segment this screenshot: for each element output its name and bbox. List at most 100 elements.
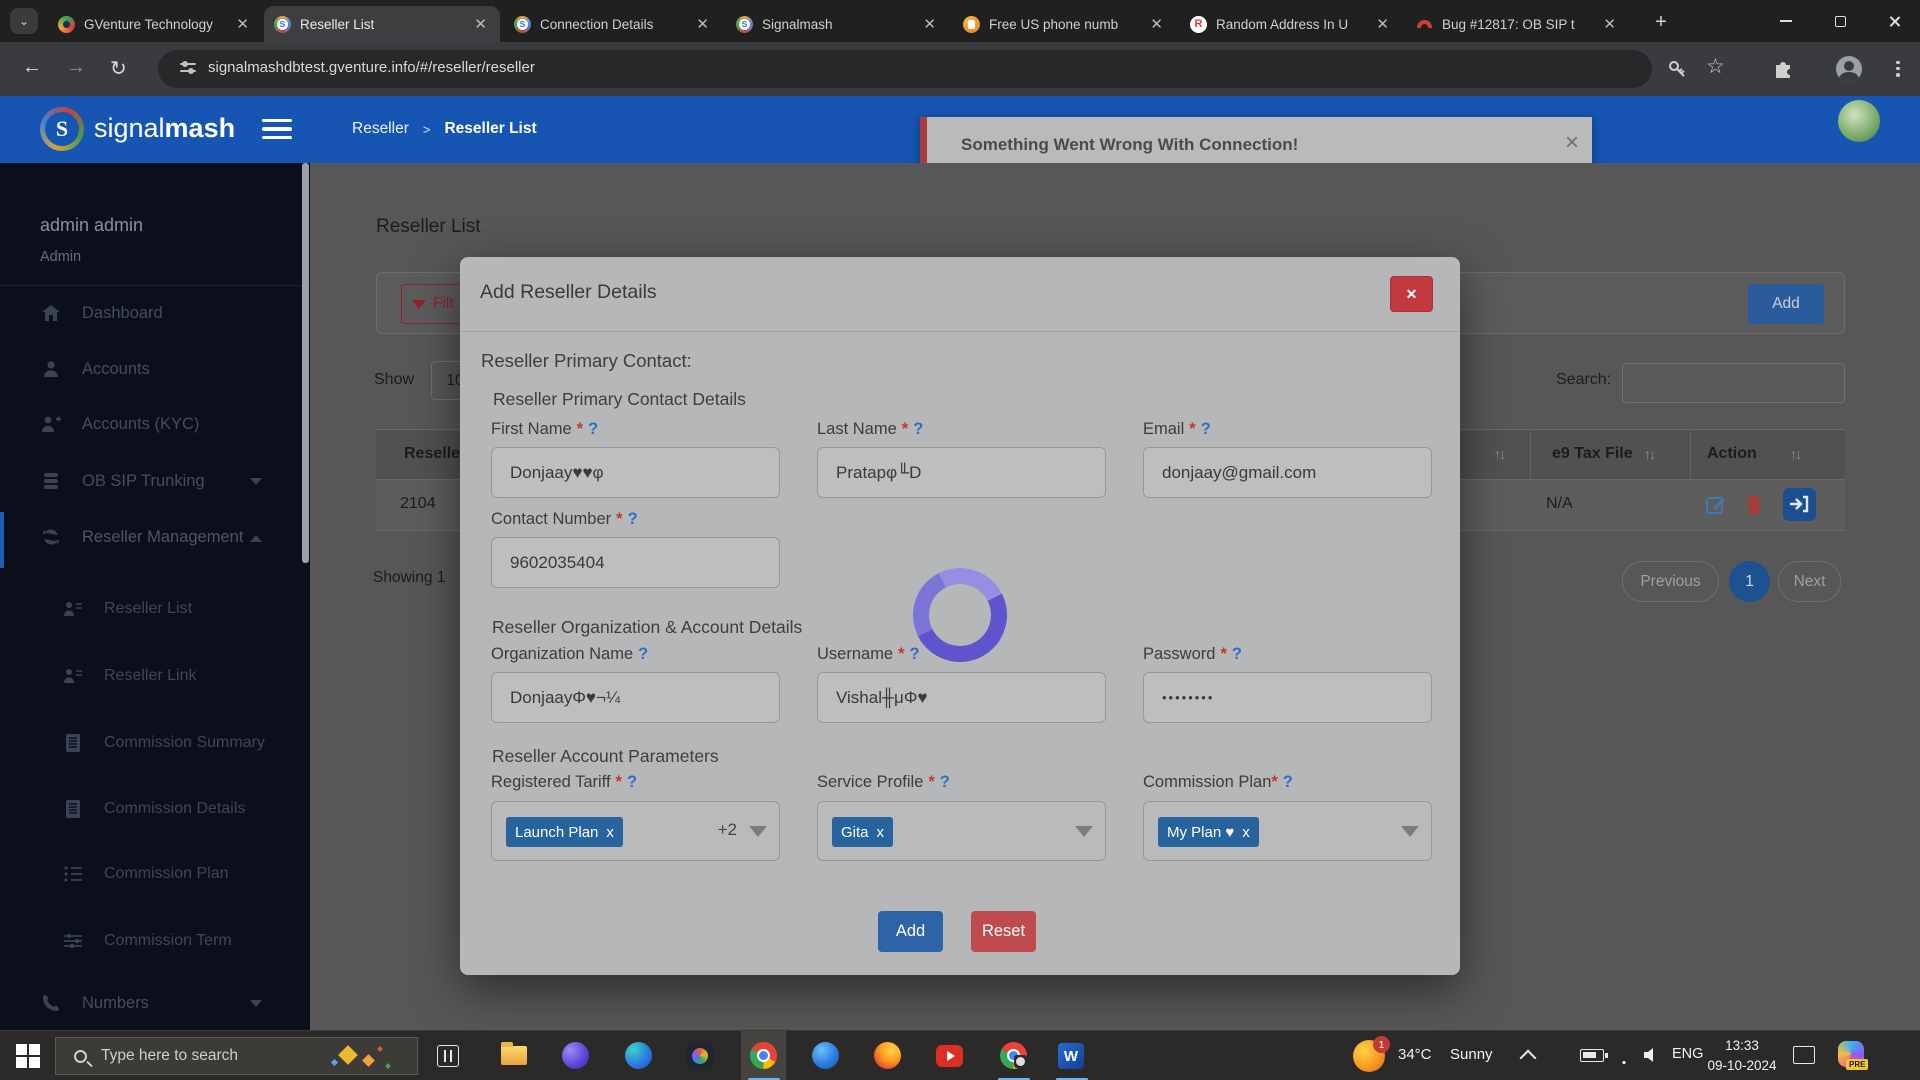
sort-icon[interactable]: ↑↓ <box>1790 446 1800 462</box>
username-input[interactable]: Vishal╫μΦ♥ <box>817 672 1106 723</box>
zen-app-icon[interactable] <box>812 1042 839 1069</box>
chrome-profile-icon[interactable] <box>1000 1042 1027 1069</box>
firefox-icon[interactable] <box>874 1042 901 1069</box>
commission-chip[interactable]: My Plan ♥x <box>1158 817 1259 847</box>
tab-connection-details[interactable]: S Connection Details ✕ <box>504 6 722 42</box>
user-avatar[interactable] <box>1838 100 1880 142</box>
sidebar-item-reseller-management[interactable]: Reseller Management <box>40 527 243 547</box>
tab-close-icon[interactable]: ✕ <box>471 15 490 33</box>
clock[interactable]: 13:33 09-10-2024 <box>1705 1036 1779 1075</box>
pagination-page-1-button[interactable]: 1 <box>1729 561 1770 602</box>
breadcrumb-parent[interactable]: Reseller <box>352 120 409 138</box>
tab-search-chevron-icon[interactable]: ⌄ <box>10 8 38 34</box>
reload-icon[interactable]: ↻ <box>110 56 127 81</box>
url-text[interactable]: signalmashdbtest.gventure.info/#/reselle… <box>208 59 535 76</box>
forward-icon[interactable]: → <box>66 56 86 79</box>
column-header-action[interactable]: Action <box>1707 445 1757 463</box>
microphone-icon[interactable] <box>1552 1045 1570 1067</box>
delete-trash-icon[interactable] <box>1745 494 1763 516</box>
tab-reseller-list[interactable]: S Reseller List ✕ <box>264 6 500 42</box>
tariff-chip[interactable]: Launch Planx <box>506 817 623 847</box>
help-icon[interactable]: ? <box>638 645 648 663</box>
sidebar-item-accounts[interactable]: Accounts <box>40 359 150 379</box>
weather-icon[interactable]: 1 <box>1353 1040 1385 1072</box>
tab-gventure[interactable]: GVenture Technology ✕ <box>48 6 262 42</box>
tab-close-icon[interactable]: ✕ <box>233 15 252 33</box>
sidebar-item-ob-sip-trunking[interactable]: OB SIP Trunking <box>40 471 205 491</box>
help-icon[interactable]: ? <box>628 510 638 528</box>
window-close-button[interactable] <box>1872 0 1916 42</box>
wifi-icon[interactable] <box>1613 1045 1635 1065</box>
task-view-icon[interactable] <box>437 1045 459 1067</box>
extensions-puzzle-icon[interactable] <box>1772 57 1794 79</box>
sidebar-item-numbers[interactable]: Numbers <box>40 993 149 1013</box>
help-icon[interactable]: ? <box>913 420 923 438</box>
registered-tariff-select[interactable]: Launch Planx +2 <box>491 801 780 861</box>
pagination-next-button[interactable]: Next <box>1778 561 1841 602</box>
start-button-icon[interactable] <box>16 1044 40 1068</box>
back-icon[interactable]: ← <box>22 56 42 79</box>
tab-signalmash[interactable]: S Signalmash ✕ <box>726 6 949 42</box>
tab-close-icon[interactable]: ✕ <box>920 15 939 33</box>
tab-close-icon[interactable]: ✕ <box>1147 15 1166 33</box>
tab-free-us-phone[interactable]: Free US phone numb ✕ <box>953 6 1176 42</box>
tab-close-icon[interactable]: ✕ <box>1600 15 1619 33</box>
tab-close-icon[interactable]: ✕ <box>693 15 712 33</box>
browser-profile-avatar[interactable] <box>1836 56 1862 82</box>
notification-center-icon[interactable] <box>1793 1046 1815 1064</box>
sort-icon[interactable]: ↑↓ <box>1494 446 1504 462</box>
browser-menu-icon[interactable] <box>1896 58 1900 79</box>
help-icon[interactable]: ? <box>588 420 598 438</box>
service-profile-select[interactable]: Gitax <box>817 801 1106 861</box>
edge-browser-icon[interactable] <box>625 1042 652 1069</box>
first-name-input[interactable]: Donjaay♥♥φ <box>491 447 780 498</box>
sidebar-item-commission-term[interactable]: Commission Term <box>62 932 232 950</box>
add-reseller-button[interactable]: Add <box>1748 284 1824 324</box>
column-header-reseller[interactable]: Reseller <box>404 445 466 463</box>
help-icon[interactable]: ? <box>1232 645 1242 663</box>
sidebar-item-commission-details[interactable]: Commission Details <box>62 799 245 819</box>
chrome-icon[interactable] <box>750 1042 777 1069</box>
sidebar-item-reseller-link[interactable]: Reseller Link <box>62 667 196 685</box>
sort-icon[interactable]: ↑↓ <box>1644 446 1654 462</box>
help-icon[interactable]: ? <box>1283 773 1293 791</box>
tab-close-icon[interactable]: ✕ <box>1373 15 1392 33</box>
language-indicator[interactable]: ENG <box>1672 1046 1703 1062</box>
email-input[interactable]: donjaay@gmail.com <box>1143 447 1432 498</box>
last-name-input[interactable]: Pratapφ╙D <box>817 447 1106 498</box>
weather-condition[interactable]: Sunny <box>1450 1046 1493 1063</box>
chip-remove-icon[interactable]: x <box>877 824 885 841</box>
column-header-e9-tax-file[interactable]: e9 Tax File <box>1552 445 1633 463</box>
loop-app-icon[interactable] <box>562 1042 589 1069</box>
volume-icon[interactable] <box>1642 1045 1664 1065</box>
file-explorer-icon[interactable] <box>501 1046 527 1065</box>
help-icon[interactable]: ? <box>627 773 637 791</box>
sidebar-item-dashboard[interactable]: Dashboard <box>40 303 163 323</box>
chip-remove-icon[interactable]: x <box>1242 824 1250 841</box>
modal-close-button[interactable]: ✕ <box>1390 276 1433 312</box>
sidebar-scrollbar[interactable] <box>302 163 309 563</box>
url-bar[interactable]: signalmashdbtest.gventure.info/#/reselle… <box>158 50 1652 88</box>
photos-app-icon[interactable] <box>687 1043 713 1069</box>
password-input[interactable]: •••••••• <box>1143 672 1432 723</box>
sidebar-item-reseller-list[interactable]: Reseller List <box>62 600 192 618</box>
tab-random-address[interactable]: R Random Address In U ✕ <box>1180 6 1402 42</box>
help-icon[interactable]: ? <box>940 773 950 791</box>
sidebar-item-commission-plan[interactable]: Commission Plan <box>62 865 228 883</box>
tab-bug-12817[interactable]: Bug #12817: OB SIP t ✕ <box>1406 6 1629 42</box>
taskbar-search-box[interactable]: Type here to search <box>55 1037 418 1075</box>
search-input[interactable] <box>1622 363 1845 403</box>
weather-temp[interactable]: 34°C <box>1398 1046 1432 1063</box>
sidebar-item-accounts-kyc[interactable]: Accounts (KYC) <box>40 414 199 434</box>
site-info-icon[interactable] <box>180 63 196 72</box>
help-icon[interactable]: ? <box>910 645 920 663</box>
word-icon[interactable]: W <box>1058 1043 1084 1069</box>
password-key-icon[interactable] <box>1666 58 1688 80</box>
window-maximize-button[interactable] <box>1818 0 1862 42</box>
edit-icon[interactable] <box>1705 494 1727 516</box>
bookmark-star-icon[interactable]: ☆ <box>1706 54 1725 79</box>
pagination-previous-button[interactable]: Previous <box>1622 561 1719 602</box>
service-chip[interactable]: Gitax <box>832 817 893 847</box>
battery-icon[interactable] <box>1580 1049 1604 1062</box>
sidebar-item-commission-summary[interactable]: Commission Summary <box>62 733 265 753</box>
